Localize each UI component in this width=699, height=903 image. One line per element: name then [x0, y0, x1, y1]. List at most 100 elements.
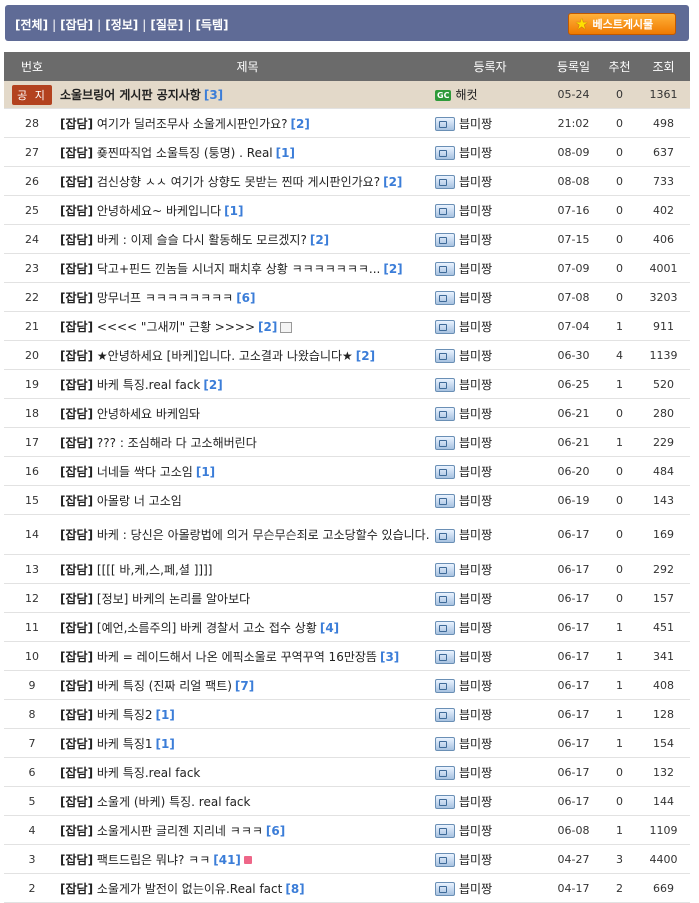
post-category-tag[interactable]: [잡담] — [60, 824, 93, 838]
author-name[interactable]: 븝미짱 — [459, 436, 492, 450]
post-title-link[interactable]: 바케 특징1 — [97, 737, 153, 751]
comment-count[interactable]: [2] — [310, 233, 329, 247]
post-title-link[interactable]: 바케 특징.real fack — [97, 766, 200, 780]
post-title-link[interactable]: 안녕하세요~ 바케입니다 — [97, 204, 221, 218]
author-name[interactable]: 븝미짱 — [459, 563, 492, 577]
post-category-tag[interactable]: [잡담] — [60, 407, 93, 421]
comment-count[interactable]: [6] — [236, 291, 255, 305]
author-name[interactable]: 븝미짱 — [459, 233, 492, 247]
comment-count[interactable]: [2] — [258, 320, 277, 334]
author-name[interactable]: 븝미짱 — [459, 592, 492, 606]
post-title-link[interactable]: 너네들 싹다 고소임 — [97, 465, 193, 479]
category-all[interactable]: [전체] — [15, 18, 48, 32]
table-row[interactable]: 9 [잡담] 바케 특징 (진짜 리얼 팩트) [7] 븝미짱 06-17 1 408 — [4, 670, 690, 700]
table-row[interactable]: 25 [잡담] 안녕하세요~ 바케입니다 [1] 븝미짱 07-16 0 402 — [4, 195, 690, 225]
author-name[interactable]: 븝미짱 — [459, 766, 492, 780]
post-category-tag[interactable]: [잡담] — [60, 592, 93, 606]
post-title-link[interactable]: 팩트드립은 뭐냐? ㅋㅋ — [97, 853, 210, 867]
author-name[interactable]: 븝미짱 — [459, 146, 492, 160]
table-row[interactable]: 6 [잡담] 바케 특징.real fack 븝미짱 06-17 0 132 — [4, 757, 690, 787]
author-name[interactable]: 해컷 — [455, 88, 477, 102]
author-name[interactable]: 븝미짱 — [459, 737, 492, 751]
table-row[interactable]: 14 [잡담] 바케 : 당신은 아몰랑법에 의거 무슨무슨죄로 고소당할수 있습… — [4, 514, 690, 555]
comment-count[interactable]: [4] — [320, 621, 339, 635]
table-row[interactable]: 2 [잡담] 소울게가 발전이 없는이유.Real fact [8] 븝미짱 04-17… — [4, 873, 690, 903]
table-row[interactable]: 18 [잡담] 안녕하세요 바케임돠 븝미짱 06-21 0 280 — [4, 398, 690, 428]
table-row[interactable]: 12 [잡담] [정보] 바케의 논리를 알아보다 븝미짱 06-17 0 157 — [4, 583, 690, 613]
post-category-tag[interactable]: [잡담] — [60, 320, 93, 334]
table-row[interactable]: 20 [잡담] ★안녕하세요 [바케]입니다. 고소결과 나왔습니다★ [2] 븝미짱… — [4, 340, 690, 370]
post-title-link[interactable]: 바케 : 이제 슬슬 다시 활동해도 모르겠지? — [97, 233, 307, 247]
notice-row[interactable]: 공 지 소울브링어 게시판 공지사항 [3] GC 해컷 05-24 0 1361 — [4, 81, 690, 109]
post-category-tag[interactable]: [잡담] — [60, 494, 93, 508]
comment-count[interactable]: [1] — [156, 708, 175, 722]
author-name[interactable]: 븝미짱 — [459, 117, 492, 131]
post-title-link[interactable]: 바케 특징.real fack — [97, 378, 200, 392]
author-name[interactable]: 븝미짱 — [459, 824, 492, 838]
post-title-link[interactable]: <<<< "그새끼" 근황 >>>> — [97, 320, 255, 334]
comment-count[interactable]: [2] — [356, 349, 375, 363]
comment-count[interactable]: [1] — [276, 146, 295, 160]
category-item-drop[interactable]: [득템] — [195, 18, 228, 32]
author-name[interactable]: 븝미짱 — [459, 708, 492, 722]
comment-count[interactable]: [1] — [196, 465, 215, 479]
post-title-link[interactable]: 바케 특징2 — [97, 708, 153, 722]
author-name[interactable]: 븝미짱 — [459, 320, 492, 334]
post-category-tag[interactable]: [잡담] — [60, 679, 93, 693]
comment-count[interactable]: [1] — [156, 737, 175, 751]
post-title-link[interactable]: 소울게 (바케) 특징. real fack — [97, 795, 251, 809]
table-row[interactable]: 16 [잡담] 너네들 싹다 고소임 [1] 븝미짱 06-20 0 484 — [4, 456, 690, 486]
post-category-tag[interactable]: [잡담] — [60, 117, 93, 131]
post-title-link[interactable]: 바케 특징 (진짜 리얼 팩트) — [97, 679, 232, 693]
table-row[interactable]: 7 [잡담] 바케 특징1 [1] 븝미짱 06-17 1 154 — [4, 728, 690, 758]
post-category-tag[interactable]: [잡담] — [60, 465, 93, 479]
post-category-tag[interactable]: [잡담] — [60, 650, 93, 664]
author-name[interactable]: 븝미짱 — [459, 679, 492, 693]
table-row[interactable]: 28 [잡담] 여기가 딜러조무사 소울게시판인가요? [2] 븝미짱 21:02 0 49… — [4, 108, 690, 138]
post-category-tag[interactable]: [잡담] — [60, 795, 93, 809]
comment-count[interactable]: [8] — [285, 882, 304, 896]
author-name[interactable]: 븝미짱 — [459, 204, 492, 218]
post-category-tag[interactable]: [잡담] — [60, 766, 93, 780]
author-name[interactable]: 븝미짱 — [459, 494, 492, 508]
post-title-link[interactable]: 바케 = 레이드해서 나온 에픽소울로 꾸역꾸역 16만장뜸 — [97, 650, 377, 664]
post-title-link[interactable]: 검신상향 ㅅㅅ 여기가 상향도 못받는 찐따 게시판인가요? — [97, 175, 380, 189]
author-name[interactable]: 븝미짱 — [459, 378, 492, 392]
post-title-link[interactable]: 죶찐따직업 소울특징 (퉁명) . Real — [97, 146, 273, 160]
comment-count[interactable]: [2] — [203, 378, 222, 392]
post-category-tag[interactable]: [잡담] — [60, 349, 93, 363]
post-title-link[interactable]: [예언,소름주의] 바케 경찰서 고소 접수 상황 — [97, 621, 317, 635]
table-row[interactable]: 19 [잡담] 바케 특징.real fack [2] 븝미짱 06-25 1 520 — [4, 369, 690, 399]
comment-count[interactable]: [41] — [213, 853, 241, 867]
post-category-tag[interactable]: [잡담] — [60, 233, 93, 247]
post-category-tag[interactable]: [잡담] — [60, 204, 93, 218]
table-row[interactable]: 11 [잡담] [예언,소름주의] 바케 경찰서 고소 접수 상황 [4] 븝미짱 06… — [4, 612, 690, 642]
table-row[interactable]: 23 [잡담] 닥고+핀드 낀놈들 시너지 패치후 상황 ㅋㅋㅋㅋㅋㅋㅋ... [2… — [4, 253, 690, 283]
post-title-link[interactable]: 여기가 딜러조무사 소울게시판인가요? — [97, 117, 288, 131]
table-row[interactable]: 24 [잡담] 바케 : 이제 슬슬 다시 활동해도 모르겠지? [2] 븝미짱 07-… — [4, 224, 690, 254]
post-category-tag[interactable]: [잡담] — [60, 621, 93, 635]
comment-count[interactable]: [2] — [383, 175, 402, 189]
post-title-link[interactable]: 소울게시판 글리젠 지리네 ㅋㅋㅋ — [97, 824, 263, 838]
category-chat[interactable]: [잡담] — [60, 18, 93, 32]
table-row[interactable]: 26 [잡담] 검신상향 ㅅㅅ 여기가 상향도 못받는 찐따 게시판인가요? [2]… — [4, 166, 690, 196]
post-category-tag[interactable]: [잡담] — [60, 262, 93, 276]
table-row[interactable]: 10 [잡담] 바케 = 레이드해서 나온 에픽소울로 꾸역꾸역 16만장뜸 [3]… — [4, 641, 690, 671]
post-title-link[interactable]: ★안녕하세요 [바케]입니다. 고소결과 나왔습니다★ — [97, 349, 353, 363]
notice-title-link[interactable]: 소울브링어 게시판 공지사항 — [60, 88, 201, 102]
table-row[interactable]: 17 [잡담] ??? : 조심해라 다 고소해버린다 븝미짱 06-21 1 229 — [4, 427, 690, 457]
post-title-link[interactable]: 아몰랑 너 고소임 — [97, 494, 182, 508]
post-title-link[interactable]: ??? : 조심해라 다 고소해버린다 — [97, 436, 257, 450]
best-posts-button[interactable]: ★ 베스트게시물 — [568, 13, 676, 35]
table-row[interactable]: 27 [잡담] 죶찐따직업 소울특징 (퉁명) . Real [1] 븝미짱 08-09… — [4, 137, 690, 167]
post-title-link[interactable]: 망무너프 ㅋㅋㅋㅋㅋㅋㅋㅋ — [97, 291, 233, 305]
author-name[interactable]: 븝미짱 — [459, 882, 492, 896]
author-name[interactable]: 븝미짱 — [459, 795, 492, 809]
author-name[interactable]: 븝미짱 — [459, 853, 492, 867]
author-name[interactable]: 븝미짱 — [459, 291, 492, 305]
post-title-link[interactable]: [[[[ 바,케,스,페,셜 ]]]] — [97, 563, 213, 577]
comment-count[interactable]: [6] — [266, 824, 285, 838]
category-info[interactable]: [정보] — [105, 18, 138, 32]
comment-count[interactable]: [2] — [291, 117, 310, 131]
category-question[interactable]: [질문] — [150, 18, 183, 32]
